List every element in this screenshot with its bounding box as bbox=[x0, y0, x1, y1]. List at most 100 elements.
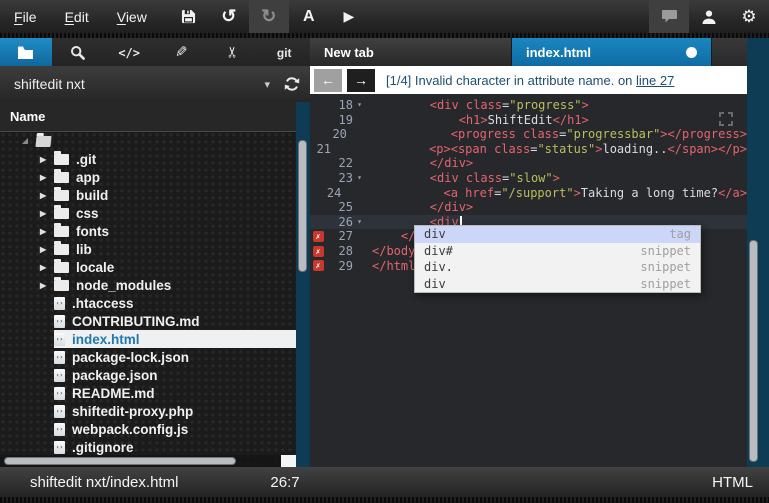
tree-item-content: ▶.git bbox=[40, 150, 104, 168]
tree-item-css[interactable]: ▶css bbox=[0, 204, 296, 222]
sidebar-tab-search[interactable] bbox=[52, 38, 104, 66]
expander-arrow-icon[interactable]: ▶ bbox=[40, 263, 54, 272]
sidebar-tab-code[interactable]: </> bbox=[103, 38, 155, 66]
sidebar-tab-cut[interactable]: ✂ bbox=[207, 38, 259, 66]
tree-item--htaccess[interactable]: ‹›.htaccess bbox=[0, 294, 296, 312]
line-number: 23 bbox=[326, 171, 353, 186]
editor-tab-bar: New tab index.html bbox=[310, 38, 747, 66]
fullscreen-icon[interactable] bbox=[719, 112, 733, 126]
tree-item-label: package-lock.json bbox=[72, 350, 189, 365]
expander-arrow-icon[interactable]: ▶ bbox=[40, 209, 54, 218]
tree-item-locale[interactable]: ▶locale bbox=[0, 258, 296, 276]
code-line-22[interactable]: 22 </div> bbox=[310, 156, 747, 171]
menu-view[interactable]: View bbox=[103, 0, 161, 33]
tree-item-index-html[interactable]: ‹›index.html bbox=[0, 330, 296, 348]
tree-item-fonts[interactable]: ▶fonts bbox=[0, 222, 296, 240]
autocomplete-item-3[interactable]: divsnippet bbox=[415, 276, 700, 293]
tree-item-content: ‹›webpack.config.js bbox=[54, 420, 196, 438]
sidebar-tab-edit[interactable]: ✎ bbox=[155, 38, 207, 66]
code-text: </div> bbox=[366, 156, 473, 171]
tree-item-CONTRIBUTING-md[interactable]: ‹›CONTRIBUTING.md bbox=[0, 312, 296, 330]
status-bar: shiftedit nxt/index.html 26:7 HTML bbox=[0, 467, 769, 497]
expander-arrow-icon[interactable]: ▶ bbox=[40, 227, 54, 236]
autocomplete-item-0[interactable]: divtag bbox=[415, 226, 700, 243]
autocomplete-item-1[interactable]: div#snippet bbox=[415, 243, 700, 260]
editor-vscroll-thumb[interactable] bbox=[749, 240, 758, 462]
tree-item-webpack-config-js[interactable]: ‹›webpack.config.js bbox=[0, 420, 296, 438]
tree-item-lib[interactable]: ▶ lib bbox=[0, 240, 296, 258]
editor-tab-new-tab[interactable]: New tab bbox=[310, 38, 512, 66]
tree-vscroll-thumb[interactable] bbox=[298, 140, 307, 272]
tree-item-label: package.json bbox=[72, 368, 158, 383]
error-line-link[interactable]: line 27 bbox=[636, 73, 674, 88]
tree-item-label: lib bbox=[76, 242, 92, 257]
sidebar-tab-git[interactable]: git bbox=[258, 38, 310, 66]
tree-item-shiftedit-proxy-php[interactable]: ‹› shiftedit-proxy.php bbox=[0, 402, 296, 420]
tree-item-label: shiftedit-proxy.php bbox=[72, 404, 193, 419]
prev-error-button[interactable]: ← bbox=[314, 69, 342, 92]
tree-item-node-modules[interactable]: ▶node_modules bbox=[0, 276, 296, 294]
tab-label: index.html bbox=[526, 45, 591, 60]
font-button[interactable]: A bbox=[289, 0, 329, 33]
tree-item-package-json[interactable]: ‹›package.json bbox=[0, 366, 296, 384]
editor-tab-index-html[interactable]: index.html bbox=[512, 38, 712, 66]
tree-item-README-md[interactable]: ‹›README.md bbox=[0, 384, 296, 402]
fold-caret-icon[interactable]: ▾ bbox=[353, 215, 366, 230]
code-line-18[interactable]: 18▾ <div class="progress"> bbox=[310, 98, 747, 113]
next-error-button[interactable]: → bbox=[347, 69, 375, 92]
tree-open-caret-icon[interactable] bbox=[22, 138, 28, 144]
tree-item-content: ‹›package.json bbox=[54, 366, 166, 384]
statusbar-language-mode[interactable]: HTML bbox=[712, 474, 753, 491]
code-line-21[interactable]: 21 <p><span class="status">loading..</sp… bbox=[310, 142, 747, 157]
line-number: 25 bbox=[326, 200, 353, 215]
code-line-19[interactable]: 19 <h1>ShiftEdit</h1> bbox=[310, 113, 747, 128]
code-line-25[interactable]: 25 </div> bbox=[310, 200, 747, 215]
error-annotation-icon[interactable]: ✗ bbox=[310, 231, 326, 242]
expander-arrow-icon[interactable]: ▶ bbox=[40, 245, 54, 254]
main-area: shiftedit nxt ▾ Name ▶.git▶app▶build▶css… bbox=[0, 66, 769, 467]
code-line-23[interactable]: 23▾ <div class="slow"> bbox=[310, 171, 747, 186]
tree-region: Name ▶.git▶app▶build▶css▶fonts▶lib▶local… bbox=[0, 102, 310, 467]
undo-button[interactable]: ↺ bbox=[209, 0, 249, 33]
expander-arrow-icon[interactable]: ▶ bbox=[40, 191, 54, 200]
line-number: 18 bbox=[326, 98, 353, 113]
save-button[interactable] bbox=[169, 0, 209, 33]
chevron-down-icon[interactable]: ▾ bbox=[264, 78, 270, 91]
error-annotation-icon[interactable]: ✗ bbox=[310, 260, 326, 271]
tree-horizontal-scrollbar[interactable] bbox=[0, 455, 296, 467]
menu-edit[interactable]: Edit bbox=[51, 0, 103, 33]
tree-root-folder[interactable] bbox=[0, 132, 296, 150]
tree-item-package-lock-json[interactable]: ‹›package-lock.json bbox=[0, 348, 296, 366]
file-icon: ‹› bbox=[54, 405, 65, 418]
code-text: </div> bbox=[366, 200, 473, 215]
run-button[interactable]: ▶ bbox=[329, 0, 369, 33]
file-icon: ‹› bbox=[54, 423, 65, 436]
tree-item-app[interactable]: ▶app bbox=[0, 168, 296, 186]
expander-arrow-icon[interactable]: ▶ bbox=[40, 173, 54, 182]
sidebar-tab-files[interactable] bbox=[0, 38, 52, 66]
tree-hscroll-thumb[interactable] bbox=[4, 457, 236, 465]
autocomplete-item-2[interactable]: div.snippet bbox=[415, 259, 700, 276]
fold-caret-icon[interactable]: ▾ bbox=[353, 171, 366, 186]
tree-item--gitignore[interactable]: ‹›.gitignore bbox=[0, 438, 296, 456]
menu-file[interactable]: File bbox=[0, 0, 51, 33]
expander-arrow-icon[interactable]: ▶ bbox=[40, 281, 54, 290]
gear-button[interactable]: ⚙ bbox=[729, 0, 769, 33]
editor-scroll-strip[interactable] bbox=[747, 66, 769, 467]
site-selector-row[interactable]: shiftedit nxt ▾ bbox=[0, 66, 310, 102]
tree-item-build[interactable]: ▶build bbox=[0, 186, 296, 204]
error-annotation-icon[interactable]: ✗ bbox=[310, 246, 326, 257]
fold-caret-icon[interactable]: ▾ bbox=[353, 98, 366, 113]
expander-arrow-icon[interactable]: ▶ bbox=[40, 155, 54, 164]
redo-button[interactable]: ↻ bbox=[249, 0, 289, 33]
unsaved-indicator-dot[interactable] bbox=[686, 47, 697, 58]
chat-button[interactable] bbox=[649, 0, 689, 33]
files-icon bbox=[17, 46, 34, 59]
tree-vertical-scrollbar[interactable] bbox=[296, 102, 310, 467]
user-button[interactable] bbox=[689, 0, 729, 33]
code-line-24[interactable]: 24 <a href="/support">Taking a long time… bbox=[310, 186, 747, 201]
code-editor[interactable]: 18▾ <div class="progress">19 <h1>ShiftEd… bbox=[310, 94, 747, 467]
refresh-icon[interactable] bbox=[284, 76, 300, 92]
tree-item--git[interactable]: ▶.git bbox=[0, 150, 296, 168]
code-line-20[interactable]: 20 <progress class="progressbar"></progr… bbox=[310, 127, 747, 142]
